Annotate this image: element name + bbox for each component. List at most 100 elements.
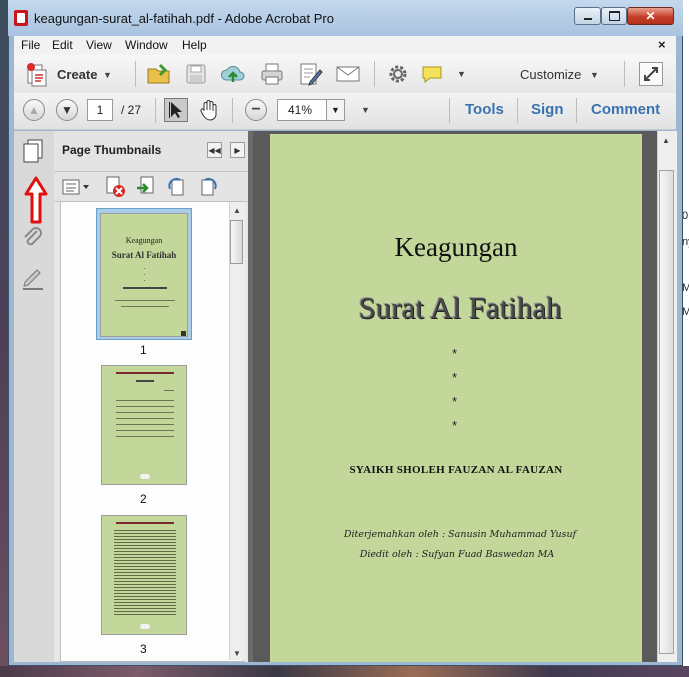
thumbnail-heading: Keagungan <box>125 236 163 245</box>
pane-splitter[interactable] <box>248 131 253 662</box>
thumbnail-scrollbar[interactable] <box>229 202 245 660</box>
cloud-upload-icon[interactable] <box>220 62 246 86</box>
acrobat-app-icon <box>14 10 28 26</box>
scroll-up-icon[interactable]: ▲ <box>662 136 670 145</box>
toolbar-separator <box>517 98 518 123</box>
select-tool-icon[interactable] <box>164 98 188 122</box>
thumbnail-dot <box>144 268 145 269</box>
delete-pages-icon[interactable] <box>104 176 126 198</box>
document-editor: Diedit oleh : Sufyan Fuad Baswedan MA <box>359 549 555 560</box>
thumbnail-dot <box>144 280 145 281</box>
create-pdf-icon[interactable] <box>26 62 50 88</box>
zoom-out-button[interactable]: − <box>245 99 267 121</box>
menu-view[interactable]: View <box>86 38 112 52</box>
zoom-level-input[interactable]: 41% <box>277 99 327 121</box>
toolbar-separator <box>624 61 625 87</box>
document-heading: Keagungan <box>394 232 518 262</box>
customize-button[interactable]: Customize <box>520 67 581 82</box>
thumbnail-page-mark <box>140 474 150 479</box>
options-menu-icon[interactable] <box>62 178 90 196</box>
gear-icon[interactable] <box>386 63 410 85</box>
fullscreen-icon[interactable] <box>639 62 663 86</box>
tools-pane-link[interactable]: Tools <box>465 101 504 118</box>
menu-edit[interactable]: Edit <box>52 38 73 52</box>
collapse-panel-button[interactable]: ◀◀ <box>207 142 222 158</box>
maximize-button[interactable] <box>601 7 627 25</box>
customize-dropdown-icon[interactable]: ▼ <box>590 70 599 80</box>
insert-pages-icon[interactable] <box>135 176 157 198</box>
zoom-dropdown-button[interactable]: ▼ <box>327 99 345 121</box>
save-icon[interactable] <box>185 63 207 85</box>
toolbar-separator <box>374 61 375 87</box>
thumbnail-body-text <box>114 530 176 616</box>
background-edge-text: M <box>682 282 689 294</box>
more-nav-dropdown-icon[interactable]: ▼ <box>361 105 370 115</box>
thumbnail-header-line <box>116 522 174 524</box>
email-icon[interactable] <box>335 63 361 85</box>
toolbar-separator <box>135 61 136 87</box>
panel-next-button[interactable]: ▶ <box>230 142 245 158</box>
thumbnail-page-2[interactable] <box>101 365 187 485</box>
comment-pane-link[interactable]: Comment <box>591 101 660 118</box>
document-title: Surat Al Fatihah <box>358 290 562 325</box>
page-thumbnails-icon[interactable] <box>20 137 46 165</box>
scroll-down-icon[interactable]: ▼ <box>233 649 241 658</box>
hand-tool-icon[interactable] <box>197 98 221 122</box>
page-total: / 27 <box>121 103 142 117</box>
thumbnail-text-line <box>116 436 174 437</box>
background-edge-text: M <box>682 306 689 318</box>
rotate-left-icon[interactable] <box>166 176 188 198</box>
document-translator: Diterjemahkan oleh : Sanusin Muhammad Yu… <box>343 529 577 540</box>
thumbnail-title: Surat Al Fatihah <box>111 250 177 260</box>
thumbnail-header-line <box>116 372 174 374</box>
create-dropdown-icon[interactable]: ▼ <box>103 70 112 80</box>
minus-icon: − <box>251 101 261 118</box>
edit-icon[interactable] <box>298 62 324 86</box>
previous-page-button[interactable]: ▲ <box>23 99 45 121</box>
comment-bubble-icon[interactable] <box>420 63 444 85</box>
document-scroll-thumb[interactable] <box>659 170 674 654</box>
thumbnail-text-line <box>121 306 169 307</box>
menu-bar <box>14 36 676 55</box>
close-document-button[interactable]: × <box>658 37 666 52</box>
menu-file[interactable]: File <box>21 38 40 52</box>
arrow-down-icon: ▼ <box>61 103 73 117</box>
close-icon: ✕ <box>645 9 656 23</box>
minimize-button[interactable] <box>574 7 601 25</box>
close-button[interactable]: ✕ <box>627 7 674 25</box>
thumbnail-page-1[interactable]: Keagungan Surat Al Fatihah <box>100 213 188 337</box>
menu-window[interactable]: Window <box>125 38 168 52</box>
chevron-right-icon: ▶ <box>234 145 241 155</box>
minimize-icon <box>583 18 592 20</box>
print-icon[interactable] <box>259 62 285 86</box>
create-button[interactable]: Create <box>57 67 97 82</box>
rotate-right-icon[interactable] <box>197 176 219 198</box>
thumbnail-scroll-thumb[interactable] <box>230 220 243 264</box>
thumbnail-text-line <box>116 406 174 407</box>
page-number-input[interactable]: 1 <box>87 99 113 121</box>
signatures-icon[interactable] <box>20 268 46 292</box>
panel-title: Page Thumbnails <box>62 143 162 157</box>
more-tools-dropdown-icon[interactable]: ▼ <box>457 69 466 79</box>
desktop-background-left <box>0 0 8 677</box>
decorative-star: * <box>452 418 458 433</box>
thumbnail-text-line <box>116 424 174 425</box>
attachments-icon[interactable] <box>20 226 46 250</box>
open-folder-icon[interactable] <box>146 62 172 86</box>
menu-help[interactable]: Help <box>182 38 207 52</box>
thumbnail-label: 1 <box>140 343 147 357</box>
toolbar-separator <box>576 98 577 123</box>
thumbnail-label: 2 <box>140 492 147 506</box>
chevron-down-icon: ▼ <box>331 105 340 115</box>
thumbnail-author-line <box>123 287 167 289</box>
thumbnail-corner-handle[interactable] <box>181 331 186 336</box>
toolbar-separator <box>155 98 156 123</box>
thumbnail-page-mark <box>140 624 150 629</box>
sign-pane-link[interactable]: Sign <box>531 101 564 118</box>
background-edge-text: ny <box>682 236 689 248</box>
scroll-up-icon[interactable]: ▲ <box>233 206 241 215</box>
thumbnail-page-3[interactable] <box>101 515 187 635</box>
next-page-button[interactable]: ▼ <box>56 99 78 121</box>
thumbnail-label: 3 <box>140 642 147 656</box>
red-arrow-annotation-icon <box>24 176 48 226</box>
